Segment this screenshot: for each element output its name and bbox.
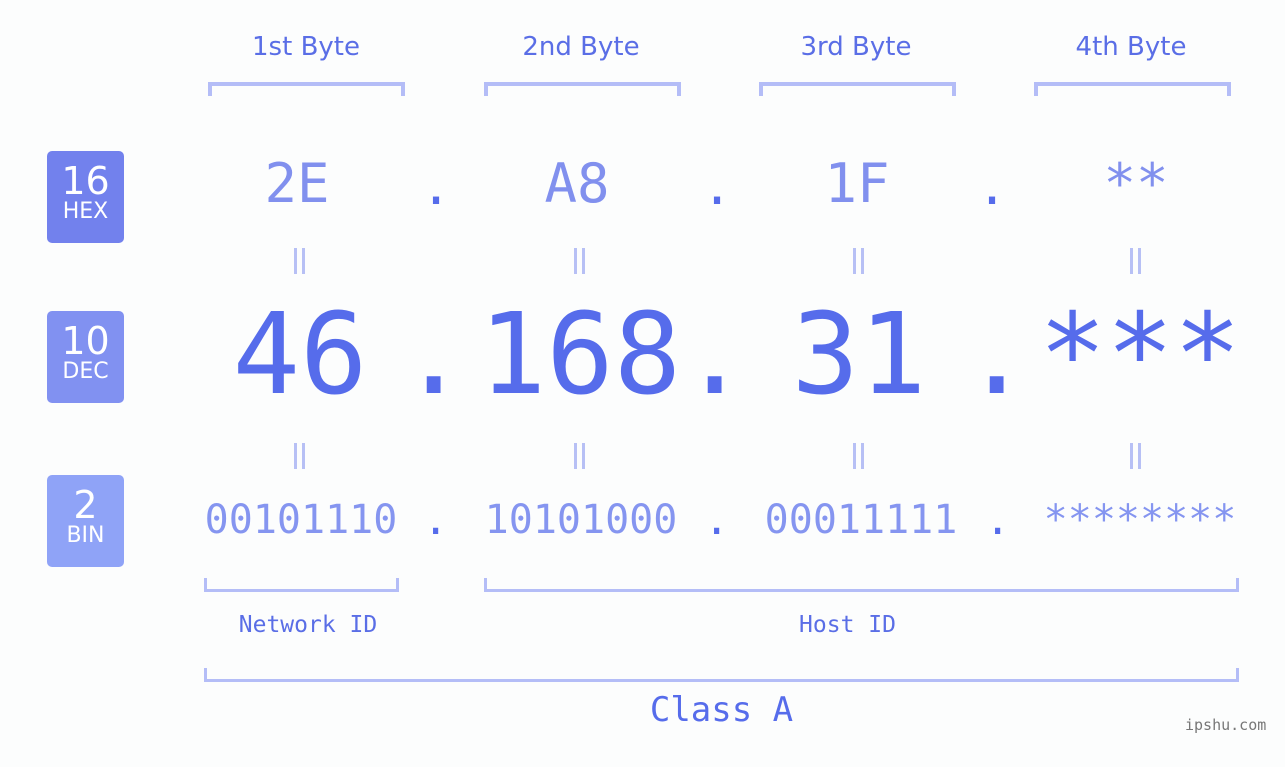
equals-icon xyxy=(1128,248,1142,274)
bin-separator-1: . xyxy=(423,495,449,544)
dec-separator-1: . xyxy=(400,290,468,420)
bin-separator-2: . xyxy=(704,495,730,544)
host-id-label: Host ID xyxy=(799,612,896,638)
equals-icon xyxy=(572,248,586,274)
hex-badge-label: HEX xyxy=(62,199,109,224)
bin-badge-number: 2 xyxy=(73,483,98,527)
dec-value-3: 31 xyxy=(791,290,927,420)
byte-header-2: 2nd Byte xyxy=(522,32,640,62)
equals-icon xyxy=(851,443,865,469)
bin-value-4: ******** xyxy=(1043,497,1237,543)
hex-separator-2: . xyxy=(702,158,733,216)
equals-icon xyxy=(572,443,586,469)
byte-bracket-2 xyxy=(484,82,681,96)
byte-header-1: 1st Byte xyxy=(252,32,360,62)
equals-icon xyxy=(851,248,865,274)
equals-icon xyxy=(1128,443,1142,469)
host-id-bracket xyxy=(484,578,1239,592)
hex-value-1: 2E xyxy=(264,152,330,215)
byte-header-4: 4th Byte xyxy=(1075,32,1187,62)
hex-value-2: A8 xyxy=(544,152,610,215)
hex-value-4: ** xyxy=(1103,152,1169,215)
network-id-label: Network ID xyxy=(238,612,378,638)
bin-value-3: 00011111 xyxy=(764,497,958,543)
bin-value-1: 00101110 xyxy=(204,497,398,543)
network-id-bracket xyxy=(204,578,399,592)
bin-value-2: 10101000 xyxy=(484,497,678,543)
dec-separator-2: . xyxy=(681,290,749,420)
hex-badge: 16 HEX xyxy=(47,151,124,243)
equals-icon xyxy=(292,443,306,469)
hex-separator-3: . xyxy=(977,158,1008,216)
ip-class-label: Class A xyxy=(649,690,794,730)
bin-badge: 2 BIN xyxy=(47,475,124,567)
dec-value-4: *** xyxy=(1038,290,1242,420)
byte-bracket-1 xyxy=(208,82,405,96)
byte-bracket-3 xyxy=(759,82,956,96)
dec-badge-number: 10 xyxy=(61,319,110,363)
hex-value-3: 1F xyxy=(824,152,890,215)
bin-badge-label: BIN xyxy=(66,523,105,548)
dec-value-2: 168 xyxy=(478,290,682,420)
byte-header-3: 3rd Byte xyxy=(800,32,912,62)
dec-badge: 10 DEC xyxy=(47,311,124,403)
dec-badge-label: DEC xyxy=(62,359,109,384)
dec-value-1: 46 xyxy=(232,290,368,420)
class-bracket xyxy=(204,668,1239,682)
hex-separator-1: . xyxy=(421,158,452,216)
hex-badge-number: 16 xyxy=(61,159,110,203)
bin-separator-3: . xyxy=(985,495,1011,544)
watermark: ipshu.com xyxy=(1185,716,1267,734)
equals-icon xyxy=(292,248,306,274)
byte-bracket-4 xyxy=(1034,82,1231,96)
dec-separator-3: . xyxy=(963,290,1031,420)
